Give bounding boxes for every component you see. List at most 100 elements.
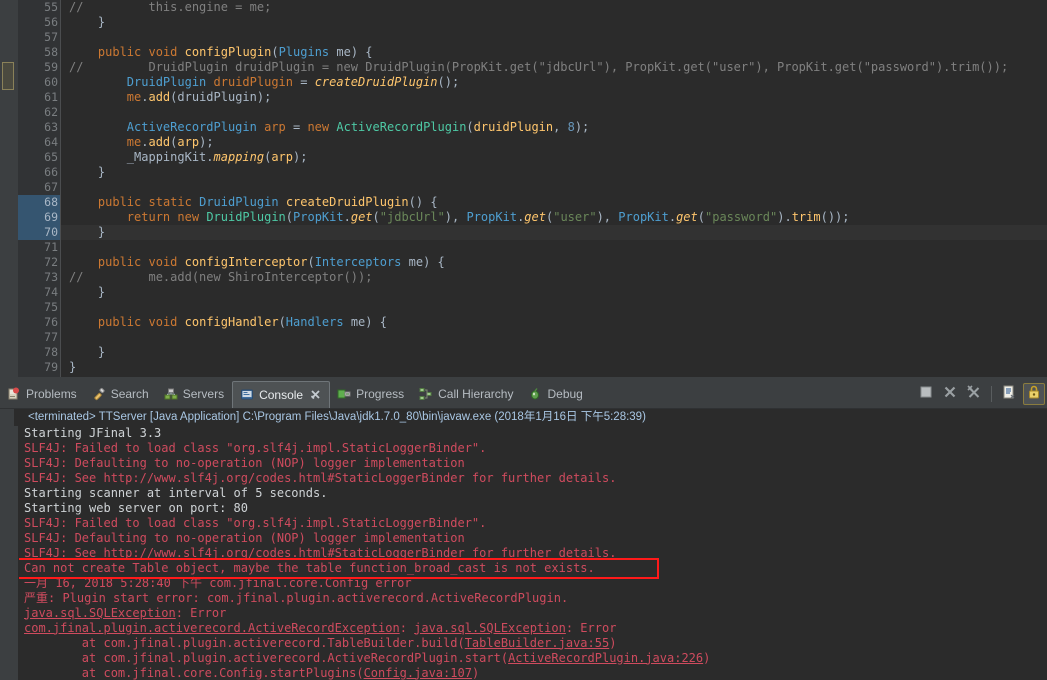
tab-console[interactable]: Console bbox=[232, 380, 331, 408]
code-token: ( bbox=[372, 210, 380, 224]
code-line[interactable]: _MappingKit.mapping(arp); bbox=[61, 150, 1047, 165]
code-line[interactable]: } bbox=[61, 15, 1047, 30]
line-number-label: 69 bbox=[44, 210, 58, 224]
hyperlink[interactable]: http://www.slf4j.org/codes.html#StaticLo… bbox=[103, 546, 464, 560]
pin-console-button[interactable] bbox=[1023, 383, 1045, 406]
tab-servers[interactable]: Servers bbox=[157, 381, 232, 408]
code-token: configPlugin bbox=[184, 45, 272, 59]
code-token: ), bbox=[444, 210, 467, 224]
tab-call-hierarchy[interactable]: Call Hierarchy bbox=[412, 381, 521, 408]
code-line[interactable]: public void configPlugin(Plugins me) { bbox=[61, 45, 1047, 60]
line-number[interactable]: 72 bbox=[18, 255, 60, 270]
code-line[interactable]: me.add(arp); bbox=[61, 135, 1047, 150]
line-number[interactable]: 63 bbox=[18, 120, 60, 135]
stacktrace-link[interactable]: TableBuilder.java:55 bbox=[465, 636, 610, 650]
line-number[interactable]: 73 bbox=[18, 270, 60, 285]
exception-link[interactable]: java.sql.SQLException bbox=[24, 606, 176, 620]
editor-code-area[interactable]: // this.engine = me; } public void confi… bbox=[61, 0, 1047, 381]
open-console-button[interactable] bbox=[999, 384, 1019, 404]
lock-icon bbox=[1026, 384, 1042, 404]
code-line[interactable]: ActiveRecordPlugin arp = new ActiveRecor… bbox=[61, 120, 1047, 135]
console-text-run: Can not create Table object, maybe the t… bbox=[24, 560, 595, 575]
code-line[interactable]: public static DruidPlugin createDruidPlu… bbox=[61, 195, 1047, 210]
terminate-button[interactable] bbox=[916, 384, 936, 404]
line-number[interactable]: 68 bbox=[18, 195, 60, 210]
code-line[interactable]: } bbox=[61, 285, 1047, 300]
console-text[interactable]: Starting JFinal 3.3 SLF4J: Failed to load… bbox=[19, 426, 1047, 680]
tab-debug[interactable]: Debug bbox=[521, 381, 590, 408]
exception-link[interactable]: java.sql.SQLException bbox=[414, 621, 566, 635]
tab-problems[interactable]: Problems bbox=[0, 381, 85, 408]
line-number[interactable]: 55 bbox=[18, 0, 60, 15]
remove-launch-button[interactable] bbox=[940, 384, 960, 404]
console-toolbar[interactable] bbox=[910, 381, 1047, 408]
line-number[interactable]: 77 bbox=[18, 330, 60, 345]
code-line[interactable]: // this.engine = me; bbox=[61, 0, 1047, 15]
code-line[interactable]: // me.add(new ShiroInterceptor()); bbox=[61, 270, 1047, 285]
line-number[interactable]: 71 bbox=[18, 240, 60, 255]
tab-search[interactable]: Search bbox=[85, 381, 157, 408]
code-token: get bbox=[676, 210, 698, 224]
code-line[interactable] bbox=[61, 330, 1047, 345]
line-number[interactable]: 65 bbox=[18, 150, 60, 165]
close-icon[interactable] bbox=[310, 389, 321, 400]
line-number[interactable]: 67 bbox=[18, 180, 60, 195]
code-line[interactable]: public void configHandler(Handlers me) { bbox=[61, 315, 1047, 330]
line-number[interactable]: 58 bbox=[18, 45, 60, 60]
line-number[interactable]: 69 bbox=[18, 210, 60, 225]
console-line: Starting scanner at interval of 5 second… bbox=[24, 486, 1047, 501]
remove-all-terminated-button[interactable] bbox=[964, 384, 984, 404]
code-token: ); bbox=[574, 120, 590, 134]
code-line[interactable] bbox=[61, 300, 1047, 315]
line-number[interactable]: 62 bbox=[18, 105, 60, 120]
line-number[interactable]: 60 bbox=[18, 75, 60, 90]
code-line[interactable]: } bbox=[61, 345, 1047, 360]
code-line[interactable]: } bbox=[61, 360, 1047, 375]
line-number-label: 62 bbox=[44, 105, 58, 119]
code-line[interactable] bbox=[61, 180, 1047, 195]
java-editor[interactable]: 55 56 57 58 59 60 61 62 63 64 65 66 67 68 69 70 71 72 73 74… bbox=[0, 0, 1047, 381]
code-line[interactable] bbox=[61, 105, 1047, 120]
tab-progress[interactable]: Progress bbox=[330, 381, 412, 408]
code-line[interactable]: // DruidPlugin druidPlugin = new DruidPl… bbox=[61, 60, 1047, 75]
code-line[interactable]: } bbox=[61, 165, 1047, 180]
code-token: ); bbox=[199, 135, 214, 149]
code-line[interactable] bbox=[61, 30, 1047, 45]
code-token: ( bbox=[285, 210, 294, 224]
tab-label: Progress bbox=[356, 387, 405, 402]
console-output-area[interactable]: Starting JFinal 3.3 SLF4J: Failed to load… bbox=[0, 425, 1047, 680]
line-number[interactable]: 64 bbox=[18, 135, 60, 150]
stacktrace-link[interactable]: ActiveRecordPlugin.java:226 bbox=[508, 651, 703, 665]
code-line[interactable]: DruidPlugin druidPlugin = createDruidPlu… bbox=[61, 75, 1047, 90]
line-number-label: 61 bbox=[44, 90, 58, 104]
console-text-run: Starting JFinal 3.3 bbox=[24, 425, 162, 440]
line-number[interactable]: 57 bbox=[18, 30, 60, 45]
code-line[interactable]: return new DruidPlugin(PropKit.get("jdbc… bbox=[61, 210, 1047, 225]
code-line[interactable]: } bbox=[61, 225, 1047, 240]
code-token: } bbox=[69, 360, 77, 374]
line-number[interactable]: 79 bbox=[18, 360, 60, 375]
line-number[interactable]: 66 bbox=[18, 165, 60, 180]
line-number[interactable]: 61 bbox=[18, 90, 60, 105]
line-number[interactable]: 75 bbox=[18, 300, 60, 315]
code-token: ( bbox=[278, 315, 286, 329]
code-line[interactable]: me.add(druidPlugin); bbox=[61, 90, 1047, 105]
code-token: "user" bbox=[553, 210, 597, 224]
line-number[interactable]: 70 bbox=[18, 225, 60, 240]
code-token: // this.engine = me; bbox=[69, 0, 272, 14]
view-tabs[interactable]: Problems Search Servers Console Progress Call… bbox=[0, 380, 910, 408]
line-number[interactable]: 76 bbox=[18, 315, 60, 330]
editor-line-number-gutter[interactable]: 55 56 57 58 59 60 61 62 63 64 65 66 67 68 69 70 71 72 73 74… bbox=[18, 0, 61, 381]
exception-link[interactable]: com.jfinal.plugin.activerecord.ActiveRec… bbox=[24, 621, 400, 635]
stacktrace-link[interactable]: Config.java:107 bbox=[364, 666, 472, 680]
code-line[interactable]: public void configInterceptor(Intercepto… bbox=[61, 255, 1047, 270]
code-line[interactable] bbox=[61, 240, 1047, 255]
line-number[interactable]: 74 bbox=[18, 285, 60, 300]
line-number[interactable]: 56 bbox=[18, 15, 60, 30]
line-number[interactable]: 78 bbox=[18, 345, 60, 360]
code-token: static bbox=[148, 195, 192, 209]
folding-range-marker bbox=[2, 62, 14, 90]
line-number[interactable]: 59 bbox=[18, 60, 60, 75]
